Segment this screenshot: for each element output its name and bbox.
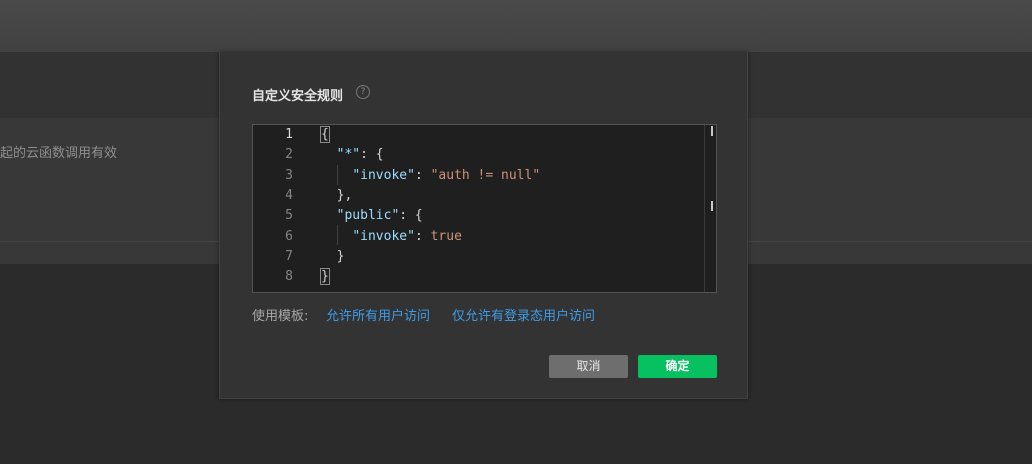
json-punctuation: { — [320, 126, 330, 143]
template-label: 使用模板: — [252, 309, 309, 324]
json-punctuation: } — [320, 268, 330, 286]
line-number-gutter: 1 2 3 4 5 6 7 8 — [253, 125, 309, 292]
code-line: "public": { — [321, 206, 423, 226]
template-allow-all-link[interactable]: 允许所有用户访问 — [326, 305, 430, 324]
security-rules-dialog: 自定义安全规则 ? 12345678 { "*": { "invoke": "a… — [219, 52, 748, 399]
json-punctuation: : { — [399, 208, 423, 224]
json-punctuation: } — [321, 248, 345, 264]
help-icon[interactable]: ? — [356, 85, 370, 99]
json-key: "public" — [336, 208, 400, 224]
line-number: 1 — [285, 127, 293, 142]
json-punctuation: : — [414, 167, 431, 183]
json-punctuation: : { — [360, 147, 384, 163]
code-line: "*": { — [321, 145, 384, 165]
json-key: "invoke" — [352, 228, 415, 244]
json-string: "auth != null" — [430, 167, 541, 183]
code-area[interactable]: { "*": { "invoke": "auth != null" }, "pu… — [320, 125, 706, 292]
code-line: } — [321, 247, 345, 267]
code-line: { — [320, 125, 330, 145]
json-punctuation — [321, 229, 352, 244]
line-number: 3 — [285, 167, 293, 183]
code-line: }, — [321, 186, 353, 206]
cancel-button[interactable]: 取消 — [549, 355, 628, 378]
editor-scrollbar[interactable] — [704, 125, 716, 292]
line-number: 6 — [285, 228, 293, 244]
json-punctuation — [321, 147, 337, 162]
dialog-title: 自定义安全规则 — [252, 89, 344, 104]
json-key: "*" — [336, 147, 361, 163]
code-line: "invoke": true — [321, 227, 462, 247]
json-punctuation: }, — [321, 187, 353, 203]
code-editor[interactable]: 12345678 { "*": { "invoke": "auth != nul… — [252, 124, 717, 293]
scrollbar-marker — [711, 126, 713, 136]
json-key: "invoke" — [352, 167, 415, 183]
code-line: } — [320, 267, 330, 287]
line-number: 7 — [285, 248, 293, 264]
line-number: 2 — [285, 147, 293, 163]
code-line: "invoke": "auth != null" — [321, 166, 540, 186]
json-punctuation — [321, 168, 352, 183]
confirm-button[interactable]: 确定 — [638, 355, 717, 378]
top-bar — [0, 0, 1032, 52]
line-number: 8 — [285, 269, 293, 285]
scrollbar-marker — [711, 201, 713, 211]
line-number: 4 — [285, 187, 293, 203]
template-allow-logged-in-link[interactable]: 仅允许有登录态用户访问 — [452, 305, 595, 324]
line-number: 5 — [285, 208, 293, 224]
json-boolean: true — [430, 228, 462, 244]
background-description: 起的云函数调用有效 — [0, 146, 118, 161]
json-punctuation — [321, 208, 337, 223]
json-punctuation: : — [414, 228, 431, 244]
